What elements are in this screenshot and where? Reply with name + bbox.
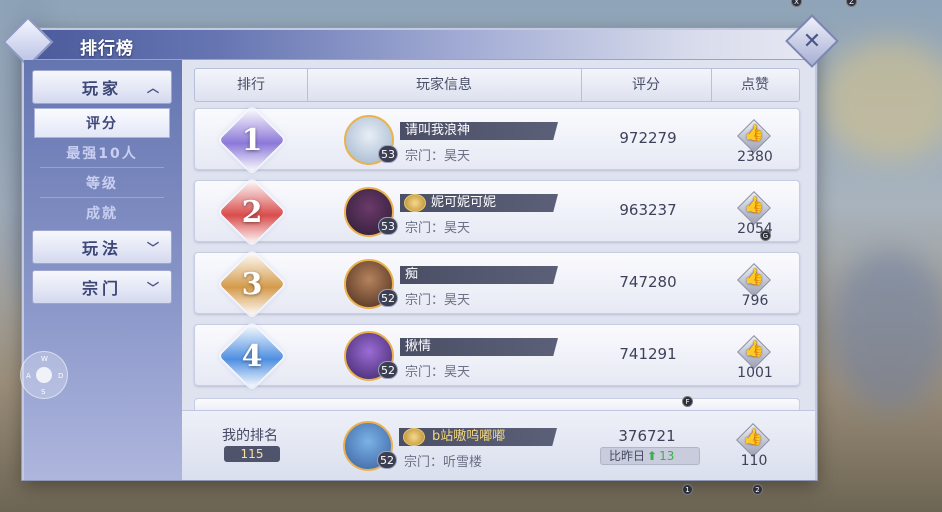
close-icon: ✕ [802,28,822,54]
level-badge: 52 [377,451,397,469]
table-row[interactable]: 2 53 妮可妮可妮宗门：昊天 963237 👍 2054 [194,179,800,245]
my-rank-bar: 我的排名 115 52 b站嗷呜嘟嘟 宗门：听雪楼 376721 比昨日 ⬆ 13 … [182,410,815,480]
sidebar-group-label: 玩家 [81,79,122,98]
joystick-knob[interactable] [36,367,52,383]
virtual-joystick[interactable]: W A D S [20,351,68,399]
header-likes: 点赞 [741,77,769,93]
player-score: 376721 [618,427,676,445]
sidebar-item-score[interactable]: 评分 [34,108,170,138]
player-sect: 宗门：听雪楼 [404,455,483,470]
sidebar-group-player[interactable]: 玩家 ︿ [32,70,172,104]
thumbs-up-icon: 👍 [744,267,764,286]
title-bar: 排行榜 [2,16,815,68]
sidebar-item-achievement[interactable]: 成就 [34,198,170,228]
player-sect: 宗门：昊天 [405,365,471,380]
joystick-key-d: D [58,372,64,380]
vip-badge-icon [404,194,426,212]
rank-number: 3 [241,266,263,302]
sidebar-group-gameplay[interactable]: 玩法 ﹀ [32,230,172,264]
compare-label: 比昨日 [609,449,646,463]
sidebar-group-label: 玩法 [81,239,122,258]
key-marker-f: F [682,396,693,407]
table-header: 排行 玩家信息 评分 点赞 [194,68,800,102]
joystick-key-s: S [41,388,46,396]
my-rank-value: 115 [224,446,280,462]
header-rank: 排行 [237,77,265,93]
like-button[interactable]: 👍 [737,119,771,153]
player-sect: 宗门：昊天 [405,149,471,164]
player-name: b站嗷呜嘟嘟 [432,429,506,444]
compare-yesterday: 比昨日 ⬆ 13 [600,447,700,465]
key-marker-x: X [791,0,802,7]
compare-value: 13 [659,449,675,463]
level-badge: 52 [378,361,398,379]
level-badge: 53 [378,145,398,163]
rank-number: 4 [241,338,263,374]
table-row-partial [194,398,800,410]
table-row[interactable]: 1 53 请叫我浪神宗门：昊天 972279 👍 2380 [194,107,800,173]
chevron-up-icon: ︿ [146,81,159,95]
key-marker-z: Z [846,0,857,7]
thumbs-up-icon: 👍 [744,195,764,214]
sidebar-item-label: 等级 [86,176,118,192]
key-marker-2: 2 [752,484,763,495]
table-row[interactable]: 3 52 痴宗门：昊天 747280 👍 796 [194,251,800,317]
header-player: 玩家信息 [416,77,472,93]
sidebar-item-label: 成就 [86,206,118,222]
like-count: 110 [740,453,768,469]
chevron-down-icon: ﹀ [146,281,159,295]
arrow-up-icon: ⬆ [647,449,658,463]
background-scene-2 [830,250,942,410]
key-marker-1: 1 [682,484,693,495]
player-score: 963237 [619,201,677,219]
vip-badge-icon [403,428,425,446]
sidebar-item-top10[interactable]: 最强10人 [34,138,170,168]
panel-title: 排行榜 [80,39,134,59]
like-button[interactable]: 👍 [736,423,770,457]
like-button[interactable]: 👍 [737,335,771,369]
like-count: 2054 [737,221,773,237]
player-sect: 宗门：昊天 [405,221,471,236]
player-score: 741291 [619,345,677,363]
player-sect: 宗门：昊天 [405,293,471,308]
sidebar-group-sect[interactable]: 宗门 ﹀ [32,270,172,304]
like-count: 796 [741,293,769,309]
like-button[interactable]: 👍 [737,191,771,225]
player-name: 痴 [405,267,419,282]
header-score: 评分 [632,77,660,93]
level-badge: 52 [378,289,398,307]
sidebar: 玩家 ︿ 评分 最强10人 等级 成就 玩法 ﹀ 宗门 ﹀ [24,60,182,480]
sidebar-item-label: 最强10人 [66,146,138,162]
sidebar-item-level[interactable]: 等级 [34,168,170,198]
name-plate [400,266,558,284]
player-score: 972279 [619,129,677,147]
like-count: 2380 [737,149,773,165]
leaderboard-panel: 排行榜 ✕ 玩家 ︿ 评分 最强10人 等级 成就 玩法 ﹀ 宗门 ﹀ 排行 玩… [2,14,839,480]
table-row[interactable]: 4 52 揪情宗门：昊天 741291 👍 1001 [194,323,800,389]
like-count: 1001 [737,365,773,381]
sidebar-item-label: 评分 [86,116,118,132]
player-name: 妮可妮可妮 [431,195,497,210]
thumbs-up-icon: 👍 [744,123,764,142]
level-badge: 53 [378,217,398,235]
like-button[interactable]: 👍 [737,263,771,297]
rank-number: 2 [241,194,263,230]
background-scene [820,40,942,160]
joystick-key-a: A [26,372,31,380]
thumbs-up-icon: 👍 [743,427,763,446]
chevron-down-icon: ﹀ [146,241,159,255]
rank-number: 1 [241,122,263,158]
key-marker-g: G [760,230,771,241]
joystick-key-w: W [41,355,48,363]
my-rank-label: 我的排名 [222,428,278,444]
sidebar-group-label: 宗门 [81,279,122,298]
thumbs-up-icon: 👍 [744,339,764,358]
player-name: 揪情 [405,339,432,354]
player-score: 747280 [619,273,677,291]
player-name: 请叫我浪神 [405,123,471,138]
